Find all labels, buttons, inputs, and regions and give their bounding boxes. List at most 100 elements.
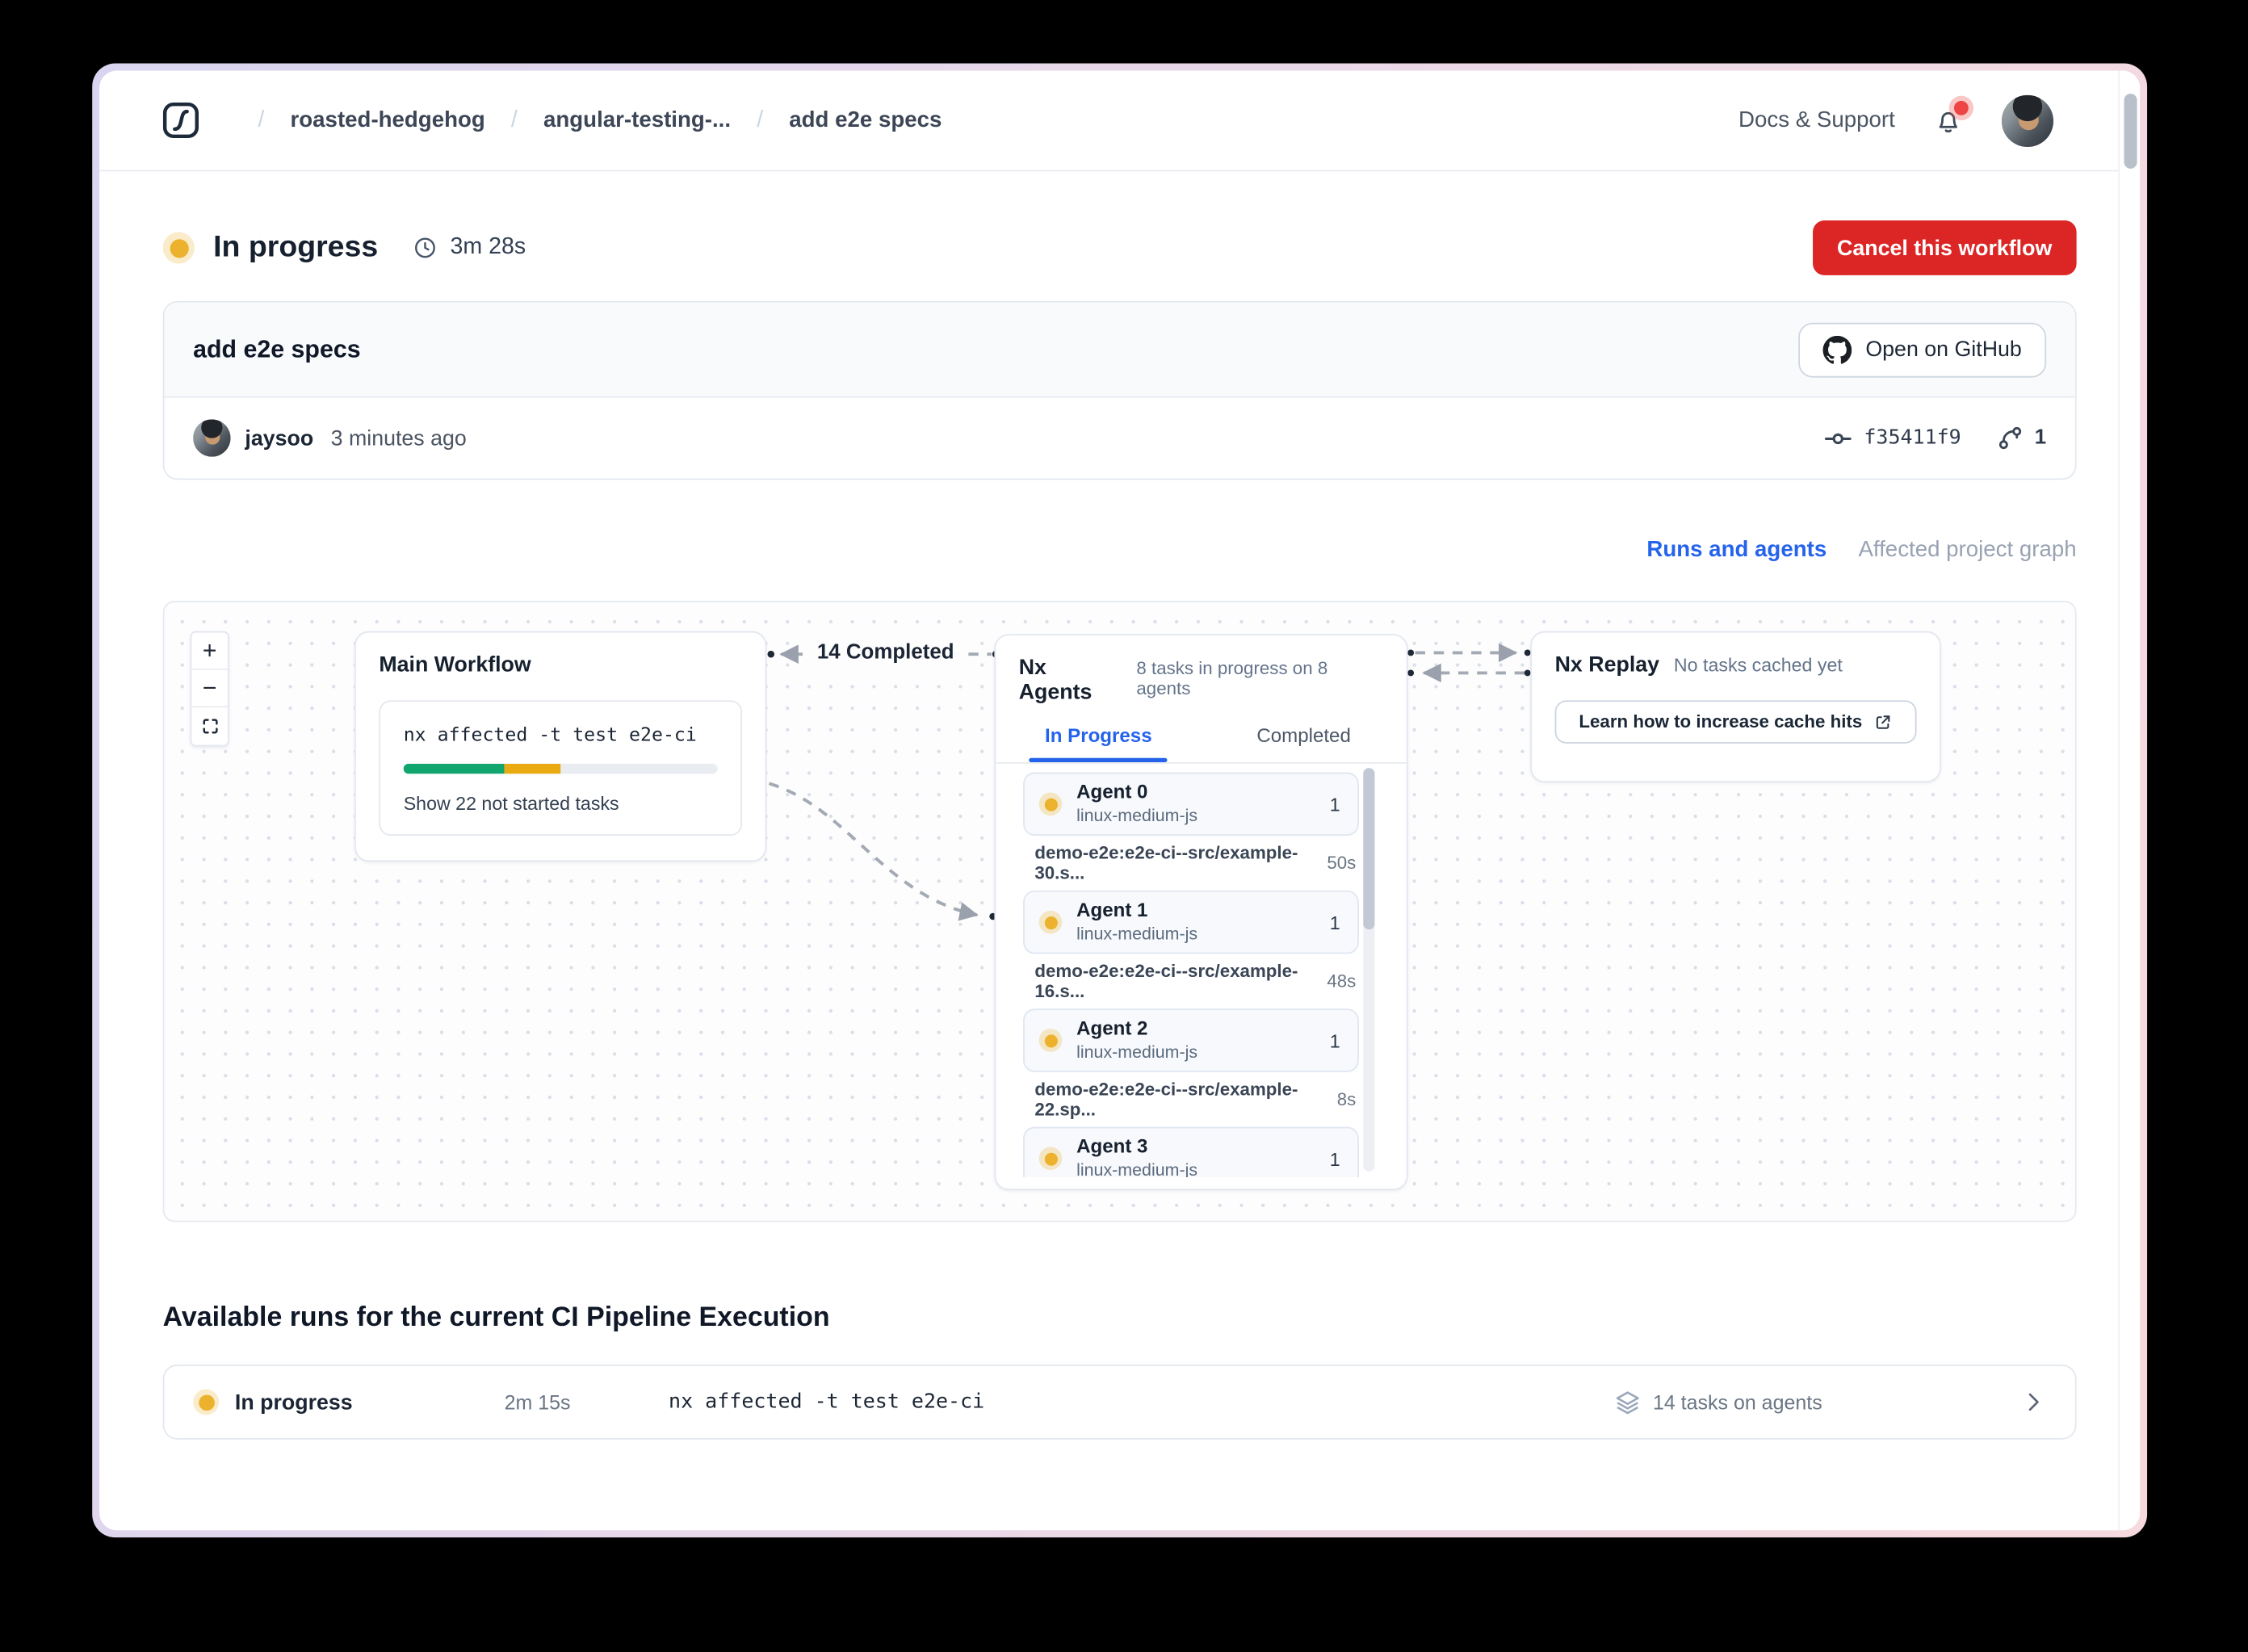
main-workflow-command: nx affected -t test e2e-ci (403, 724, 697, 747)
run-row[interactable]: In progress 2m 15s nx affected -t test e… (162, 1365, 2077, 1440)
zoom-out-button[interactable]: − (191, 669, 228, 708)
fit-view-button[interactable] (191, 707, 228, 745)
agent-card[interactable]: Agent 0 linux-medium-js 1 (1023, 772, 1359, 836)
commit-title: add e2e specs (193, 334, 361, 363)
external-link-icon (1877, 715, 1890, 728)
chevron-right-icon (2028, 1393, 2039, 1411)
header-actions: Docs & Support (1738, 94, 2054, 147)
task-name: demo-e2e:e2e-ci--src/example-30.s... (1034, 842, 1298, 883)
agent-card[interactable]: Agent 1 linux-medium-js 1 (1023, 890, 1359, 954)
docs-support-link[interactable]: Docs & Support (1738, 107, 1895, 133)
agent-name: Agent 2 (1076, 1017, 1148, 1040)
task-progress-bar (403, 763, 718, 774)
main-workflow-task-card: nx affected -t test e2e-ci Show 22 not s… (379, 700, 743, 836)
notifications-button[interactable] (1932, 100, 1969, 138)
run-status-icon (193, 1389, 220, 1415)
page-scrollbar-thumb[interactable] (2124, 93, 2137, 169)
workflow-status-label: In progress (213, 230, 379, 264)
breadcrumb: / roasted-hedgehog / angular-testing-...… (258, 107, 942, 133)
agents-scrollbar-thumb[interactable] (1363, 768, 1375, 930)
breadcrumb-workspace[interactable]: roasted-hedgehog (291, 107, 485, 133)
nx-agents-node[interactable]: Nx Agents 8 tasks in progress on 8 agent… (994, 634, 1408, 1191)
notification-badge (1953, 100, 1969, 115)
open-on-github-button[interactable]: Open on GitHub (1797, 321, 2047, 377)
workflow-duration: 3m 28s (450, 234, 526, 260)
learn-cache-hits-label: Learn how to increase cache hits (1579, 711, 1863, 732)
fullscreen-icon (202, 719, 217, 734)
agent-name: Agent 0 (1076, 782, 1148, 803)
run-open-chevron[interactable] (2020, 1389, 2046, 1415)
task-name: demo-e2e:e2e-ci--src/example-22.sp... (1034, 1079, 1298, 1120)
task-duration: 48s (1327, 971, 1357, 992)
commit-card-body: jaysoo 3 minutes ago f35411f9 1 (164, 398, 2074, 479)
open-on-github-label: Open on GitHub (1865, 337, 2022, 362)
run-tasks: 14 tasks on agents (1614, 1388, 1822, 1415)
breadcrumb-separator: / (757, 107, 764, 132)
commit-time-ago: 3 minutes ago (330, 426, 467, 451)
nx-replay-node[interactable]: Nx Replay No tasks cached yet Learn how … (1530, 631, 1941, 783)
nx-replay-subtitle: No tasks cached yet (1673, 654, 1843, 676)
run-tasks-label: 14 tasks on agents (1652, 1390, 1822, 1414)
available-runs-heading: Available runs for the current CI Pipeli… (162, 1302, 830, 1333)
app-window-content: / roasted-hedgehog / angular-testing-...… (99, 70, 2141, 1531)
agent-runtime: linux-medium-js (1076, 1042, 1198, 1063)
nx-cloud-logo[interactable] (161, 101, 200, 140)
run-duration: 2m 15s (504, 1390, 571, 1414)
agent-task-row[interactable]: demo-e2e:e2e-ci--src/example-22.sp... 8s (1023, 1080, 1359, 1120)
commit-icon (1825, 432, 1852, 444)
commit-meta: f35411f9 1 (1823, 423, 2046, 453)
graph-zoom-controls: + − (190, 631, 229, 747)
tab-affected-project-graph[interactable]: Affected project graph (1858, 538, 2076, 564)
agent-task-row[interactable]: demo-e2e:e2e-ci--src/example-30.s... 50s (1023, 843, 1359, 883)
agent-task-row[interactable]: demo-e2e:e2e-ci--src/example-16.s... 48s (1023, 961, 1359, 1001)
agent-status-icon (1038, 910, 1063, 934)
tab-runs-and-agents[interactable]: Runs and agents (1646, 538, 1826, 564)
user-avatar[interactable] (2001, 94, 2054, 147)
nx-agents-title: Nx Agents (1018, 655, 1093, 705)
agent-runtime: linux-medium-js (1076, 805, 1198, 826)
workflow-status-bar: In progress 3m 28s Cancel this workflow (162, 220, 2077, 275)
zoom-in-button[interactable]: + (191, 632, 228, 670)
github-icon (1822, 334, 1852, 363)
agent-task-count: 1 (1329, 793, 1340, 816)
breadcrumb-separator: / (510, 107, 518, 132)
cancel-workflow-button[interactable]: Cancel this workflow (1812, 220, 2077, 275)
agent-task-count: 1 (1329, 911, 1340, 933)
workflow-graph-canvas[interactable]: + − Main Workflow nx affected -t test e2… (162, 601, 2077, 1222)
task-duration: 50s (1327, 853, 1357, 874)
status-in-progress-icon (162, 232, 195, 264)
main-workflow-node[interactable]: Main Workflow nx affected -t test e2e-ci… (354, 631, 767, 862)
show-not-started-tasks-link[interactable]: Show 22 not started tasks (404, 793, 718, 815)
view-tabs: Runs and agents Affected project graph (163, 538, 2076, 564)
agent-card[interactable]: Agent 2 linux-medium-js 1 (1023, 1008, 1359, 1072)
learn-cache-hits-button[interactable]: Learn how to increase cache hits (1554, 700, 1917, 744)
task-name: demo-e2e:e2e-ci--src/example-16.s... (1034, 961, 1298, 1002)
breadcrumb-workflow[interactable]: add e2e specs (789, 107, 942, 133)
branch-icon (1996, 424, 2025, 453)
nx-replay-title: Nx Replay (1554, 652, 1660, 677)
completed-edge-label: 14 Completed (803, 636, 969, 672)
agent-name: Agent 1 (1076, 899, 1148, 922)
agent-name: Agent 3 (1076, 1136, 1148, 1158)
agents-tab-in-progress[interactable]: In Progress (996, 725, 1201, 762)
agents-scrollbar (1363, 768, 1375, 1172)
agent-card[interactable]: Agent 3 linux-medium-js 1 (1023, 1126, 1359, 1178)
task-duration: 8s (1336, 1089, 1357, 1110)
commit-hash[interactable]: f35411f9 (1864, 426, 1961, 450)
agents-tab-completed[interactable]: Completed (1201, 725, 1406, 762)
breadcrumb-separator: / (258, 107, 265, 132)
agent-task-count: 1 (1329, 1147, 1340, 1170)
main-workflow-title: Main Workflow (379, 652, 531, 677)
agent-task-count: 1 (1329, 1029, 1340, 1051)
page-scrollbar (2118, 70, 2141, 1531)
nx-replay-header: Nx Replay No tasks cached yet (1555, 652, 1917, 677)
agents-list[interactable]: Agent 0 linux-medium-js 1 demo-e2e:e2e-ci… (996, 765, 1407, 1178)
clock-icon (415, 237, 436, 258)
top-navigation-bar: / roasted-hedgehog / angular-testing-...… (99, 70, 2141, 172)
app-window: / roasted-hedgehog / angular-testing-...… (92, 63, 2148, 1538)
author-name: jaysoo (245, 426, 314, 451)
breadcrumb-branch[interactable]: angular-testing-... (543, 107, 731, 133)
run-status: In progress (193, 1389, 504, 1415)
run-status-label: In progress (234, 1390, 353, 1415)
agent-status-icon (1038, 1147, 1063, 1171)
